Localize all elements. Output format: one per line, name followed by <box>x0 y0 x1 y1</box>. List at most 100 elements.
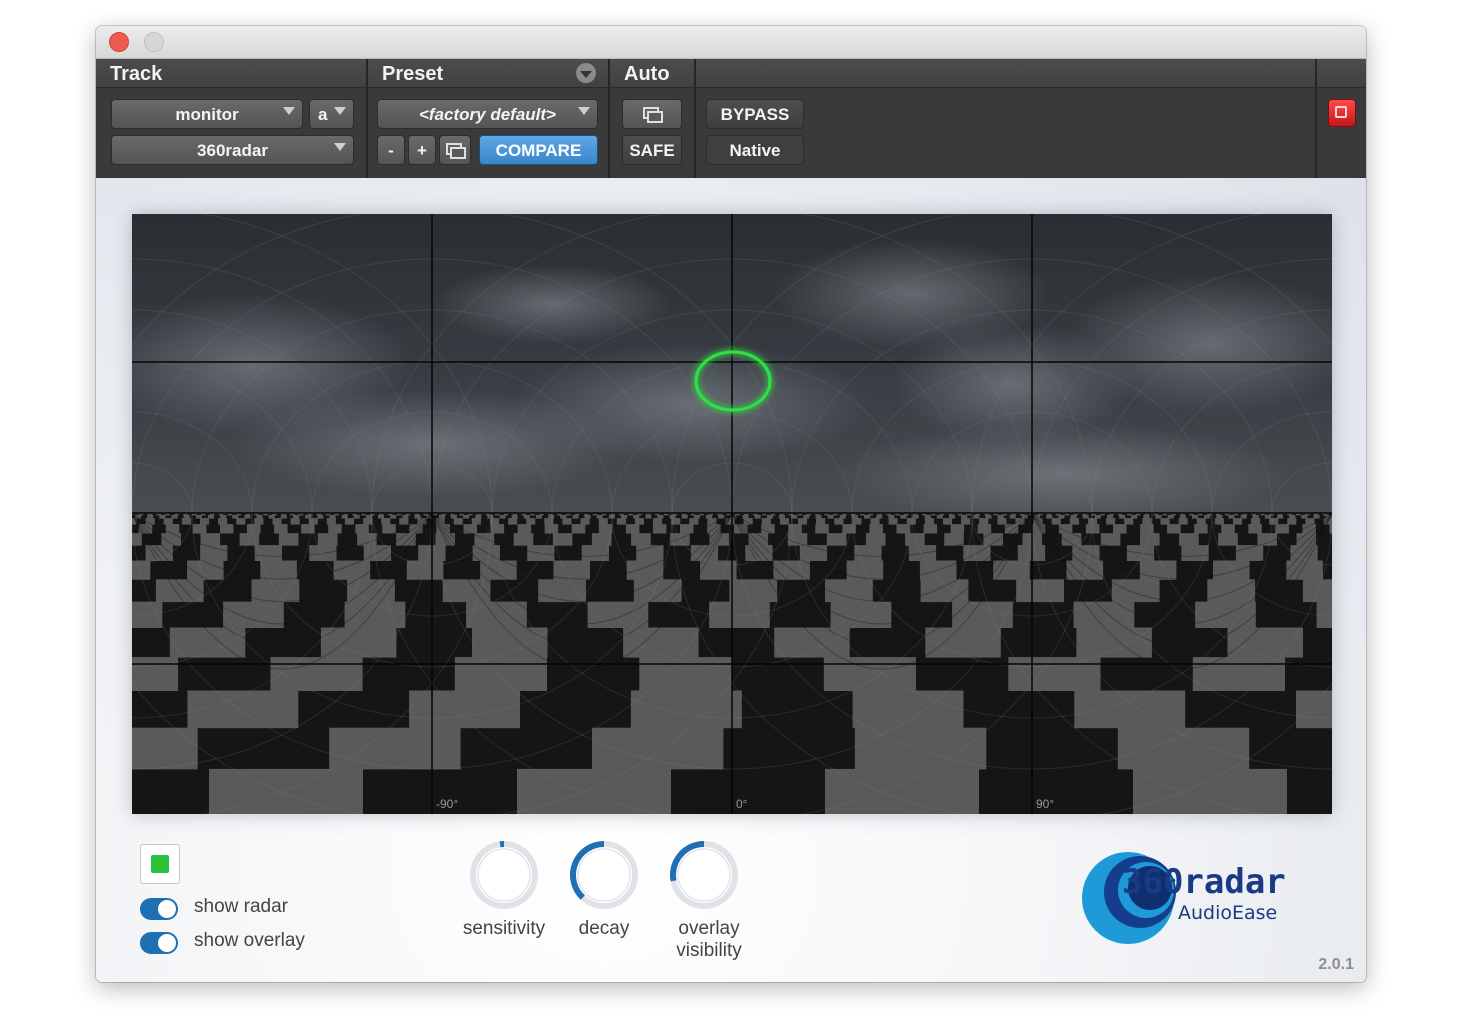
floor-tile <box>1178 518 1188 525</box>
floor-tile <box>328 524 342 534</box>
power-icon[interactable] <box>1328 99 1356 127</box>
floor-tile <box>218 518 228 525</box>
floor-tile <box>621 514 628 519</box>
safe-button[interactable]: SAFE <box>622 135 682 165</box>
preset-next-button[interactable]: + <box>408 135 436 165</box>
toggle-knob <box>158 934 176 952</box>
floor-tile <box>630 690 742 729</box>
floor-tile <box>1196 518 1206 525</box>
overlay-visibility-label: overlay visibility <box>676 918 742 961</box>
floor-tile <box>293 514 300 519</box>
radar-view[interactable]: -90° 0° 90° <box>132 214 1332 814</box>
preset-label: Preset <box>368 59 608 88</box>
title-bar[interactable] <box>96 26 1366 59</box>
floor-tile <box>1301 514 1308 519</box>
floor-tile <box>454 657 547 691</box>
plugin-window: Track monitor a 360radar Preset <factory… <box>96 26 1366 982</box>
automation-button[interactable] <box>622 99 682 129</box>
floor-tile <box>1296 690 1332 729</box>
floor-tile <box>1198 514 1203 516</box>
floor-tile <box>200 518 210 525</box>
show-radar-label: show radar <box>194 896 288 917</box>
decay-knob[interactable] <box>569 840 639 910</box>
floor-tile <box>1082 514 1089 519</box>
floor-tile <box>1269 518 1279 525</box>
floor-tile <box>1016 579 1064 603</box>
floor-tile <box>598 518 608 525</box>
plugin-header: Track monitor a 360radar Preset <factory… <box>96 59 1366 178</box>
overlay-visibility-knob[interactable] <box>669 840 739 910</box>
floor-tile <box>399 518 409 525</box>
auto-section: Auto SAFE <box>610 59 694 178</box>
floor-tile <box>1248 524 1262 534</box>
floor-tile <box>993 514 998 516</box>
plugin-body: -90° 0° 90° show radar show overlay sens… <box>96 178 1366 982</box>
compare-button[interactable]: COMPARE <box>479 135 598 165</box>
preset-selector[interactable]: <factory default> <box>377 99 598 129</box>
floor-tile <box>681 514 688 519</box>
minimize-window-button[interactable] <box>144 32 164 52</box>
sensitivity-knob[interactable] <box>469 840 539 910</box>
floor-tile <box>900 514 907 519</box>
preset-menu-button[interactable] <box>576 63 596 83</box>
floor-tile <box>508 518 518 525</box>
floor-tile <box>596 514 603 519</box>
floor-tile <box>1111 579 1160 603</box>
floor-tile <box>580 518 590 525</box>
floor-tile <box>865 533 886 546</box>
floor-tile <box>816 518 826 525</box>
knob-face <box>677 848 731 902</box>
close-window-button[interactable] <box>109 32 129 52</box>
floor-tile <box>912 514 919 519</box>
preset-copy-button[interactable] <box>439 135 471 165</box>
floor-tile <box>949 514 956 519</box>
floor-tile <box>220 514 227 519</box>
show-radar-toggle[interactable] <box>140 898 178 920</box>
floor-tile <box>950 524 965 534</box>
floor-tile <box>924 518 934 525</box>
floor-tile <box>1113 524 1127 534</box>
floor-tile <box>195 514 202 519</box>
floor-tile <box>852 690 964 729</box>
floor-tile <box>1264 514 1271 519</box>
floor-tile <box>631 533 651 546</box>
floor-tile <box>825 579 873 603</box>
floor-tile <box>761 514 767 516</box>
radar-color-button[interactable] <box>140 844 180 884</box>
floor-tile <box>1251 518 1261 525</box>
preset-previous-button[interactable]: - <box>377 135 405 165</box>
bypass-button[interactable]: BYPASS <box>706 99 804 129</box>
show-overlay-label: show overlay <box>194 930 305 951</box>
floor-tile <box>361 514 366 516</box>
floor-tile <box>1316 601 1332 628</box>
floor-tile <box>825 768 979 814</box>
floor-tile <box>1073 601 1135 628</box>
floor-tile <box>517 768 671 814</box>
automation-icon <box>643 107 663 123</box>
floor-tile <box>943 518 953 525</box>
show-overlay-toggle[interactable] <box>140 932 178 954</box>
floor-tile <box>402 514 409 519</box>
floor-tile <box>839 514 846 519</box>
maker-label: AudioEase <box>1178 902 1278 924</box>
channel-selector[interactable]: a <box>309 99 354 129</box>
degree-label-center: 0° <box>736 797 748 811</box>
floor-tile <box>390 514 397 519</box>
floor-tile <box>329 727 461 770</box>
floor-tile <box>869 524 883 534</box>
plugin-selector[interactable]: 360radar <box>111 135 354 165</box>
floor-tile <box>1313 514 1320 519</box>
floor-tile <box>163 518 173 525</box>
knob-face <box>477 848 531 902</box>
floor-tile <box>1046 514 1053 519</box>
floor-tile <box>566 514 571 516</box>
floor-tile <box>645 514 652 519</box>
native-indicator: Native <box>706 135 804 165</box>
track-selector[interactable]: monitor <box>111 99 303 129</box>
floor-tile <box>280 514 287 519</box>
floor-tile <box>895 514 900 516</box>
floor-tile <box>1179 533 1199 546</box>
floor-tile <box>1131 514 1138 519</box>
floor-tile <box>560 514 567 519</box>
floor-tile <box>1192 514 1199 519</box>
